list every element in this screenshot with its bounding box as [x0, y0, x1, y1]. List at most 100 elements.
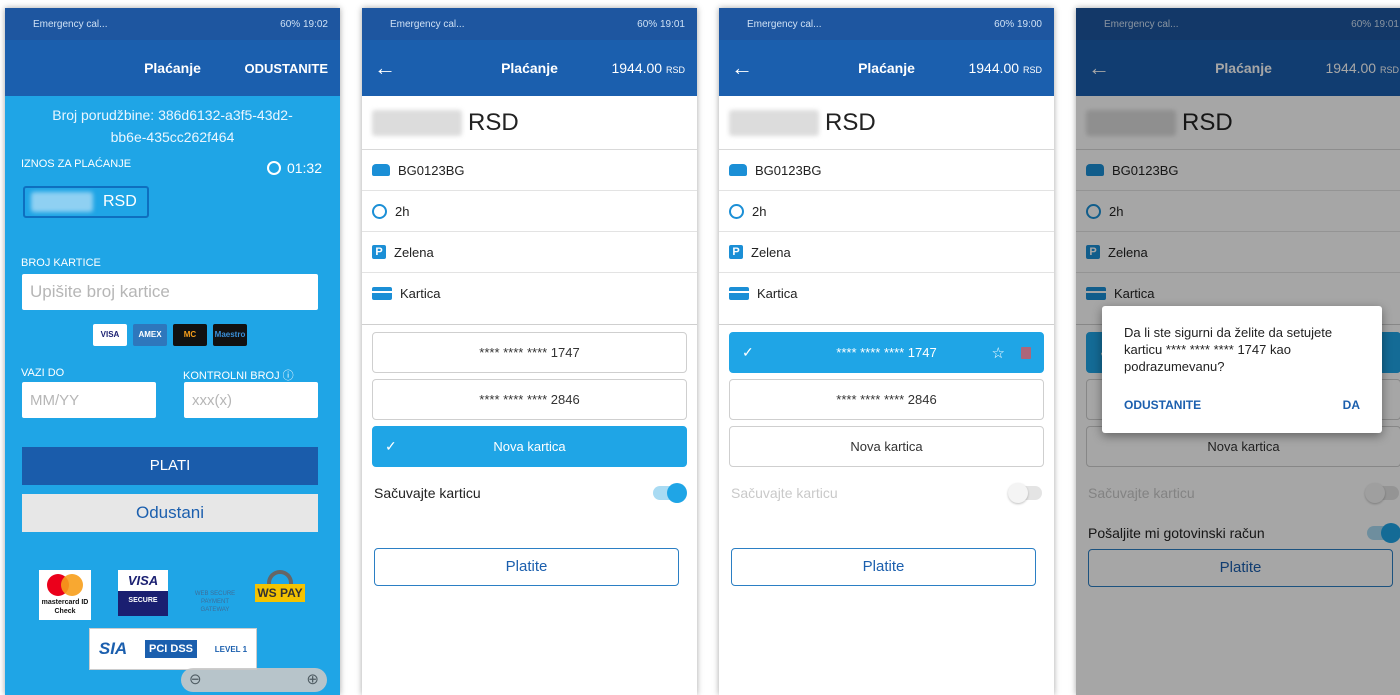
save-card-toggle[interactable]: [1008, 483, 1042, 503]
dialog-cancel-button[interactable]: ODUSTANITE: [1124, 398, 1201, 412]
save-card-label: Sačuvajte karticu: [374, 485, 481, 501]
back-arrow-icon[interactable]: ←: [731, 55, 761, 81]
card-option-1747[interactable]: ✓ **** **** **** 1747 ☆: [729, 332, 1044, 373]
zone-text: Zelena: [394, 244, 434, 260]
card-option-new[interactable]: Nova kartica: [729, 426, 1044, 467]
mastercard-circles-icon: [47, 574, 83, 596]
status-bar: Emergency cal... 60% 19:01: [362, 8, 697, 40]
card-list: ✓ **** **** **** 1747 ☆ **** **** **** 2…: [719, 324, 1054, 467]
phone-card-entry-screen: Emergency cal... 60% 19:02 Plaćanje ODUS…: [5, 8, 340, 695]
plate-row: BG0123BG: [362, 150, 697, 191]
card-number-placeholder: Upišite broj kartice: [30, 282, 170, 301]
save-card-toggle[interactable]: [653, 483, 687, 503]
wspay-badge: WS PAY: [255, 570, 305, 616]
clock-icon: [729, 203, 744, 219]
header-amount-value: 1944.00: [968, 60, 1020, 76]
confirm-dialog: Da li ste sigurni da želite da setujete …: [1102, 306, 1382, 433]
plate-text: BG0123BG: [398, 162, 465, 178]
header-amount: 1944.00 RSD: [968, 60, 1042, 76]
save-card-label: Sačuvajte karticu: [731, 485, 838, 501]
app-bar: Plaćanje ODUSTANITE: [5, 40, 340, 96]
card-option-2846[interactable]: **** **** **** 2846: [729, 379, 1044, 420]
mastercard-logo-icon: MC: [173, 324, 207, 346]
sia-logo: SIA: [98, 639, 128, 658]
pay-button[interactable]: PLATI: [22, 447, 318, 485]
carrier-text: Emergency cal...: [390, 18, 465, 30]
carrier-text: Emergency cal...: [747, 18, 822, 30]
blurred-amount: [31, 192, 93, 212]
check-icon: ✓: [385, 438, 397, 454]
expiry-input[interactable]: MM/YY: [22, 382, 156, 418]
card-option-new[interactable]: ✓ Nova kartica: [372, 426, 687, 467]
zoom-in-icon[interactable]: ⊕: [306, 670, 319, 688]
duration-text: 2h: [395, 203, 410, 219]
dialog-message: Da li ste sigurni da želite da setujete …: [1124, 325, 1333, 374]
header-amount-unit: RSD: [1022, 65, 1042, 75]
trash-icon[interactable]: [1021, 346, 1031, 359]
visa-secure-text: SECURE: [128, 597, 158, 604]
pay-button[interactable]: Platite: [731, 548, 1036, 586]
parking-icon: P: [729, 245, 743, 259]
visa-logo-icon: VISA: [93, 324, 127, 346]
amount-label: IZNOS ZA PLAĆANJE: [21, 158, 132, 170]
method-row: Kartica: [719, 273, 1054, 314]
visa-badge-text: VISA: [118, 570, 168, 591]
star-icon[interactable]: ☆: [992, 344, 1005, 362]
pci-level-text: LEVEL 1: [214, 644, 248, 654]
status-bar: Emergency cal... 60% 19:02: [5, 8, 340, 40]
status-time: 60% 19:02: [280, 18, 328, 30]
parking-icon: P: [372, 245, 386, 259]
maestro-logo-icon: Maestro: [213, 324, 247, 346]
duration-row: 2h: [719, 191, 1054, 232]
card-option-2846[interactable]: **** **** **** 2846: [372, 379, 687, 420]
lock-icon: [267, 570, 293, 584]
card-option-1747[interactable]: **** **** **** 1747: [372, 332, 687, 373]
method-text: Kartica: [757, 286, 798, 301]
order-number: Broj porudžbine: 386d6132-a3f5-43d2-bb6e…: [52, 107, 293, 145]
plate-row: BG0123BG: [719, 150, 1054, 191]
phone-new-card-screen: Emergency cal... 60% 19:01 ← Plaćanje 19…: [362, 8, 697, 695]
pci-logo: PCI DSS: [144, 640, 197, 658]
status-bar: Emergency cal... 60% 19:00: [719, 8, 1054, 40]
info-icon[interactable]: ⓘ: [283, 370, 294, 382]
zoom-control[interactable]: ⊖ ⊕: [181, 668, 327, 692]
valid-label: VAZI DO: [21, 367, 65, 379]
duration-row: 2h: [362, 191, 697, 232]
security-certs-badge: SIA PCI DSS LEVEL 1: [89, 628, 257, 670]
expiry-placeholder: MM/YY: [30, 391, 80, 409]
cancel-link[interactable]: ODUSTANITE: [244, 61, 328, 76]
cvv-input[interactable]: xxx(x): [184, 382, 318, 418]
app-bar: ← Plaćanje 1944.00 RSD: [719, 40, 1054, 96]
new-card-label: Nova kartica: [493, 439, 566, 454]
wspay-text: WS PAY: [255, 584, 305, 602]
blurred-amount: [372, 109, 462, 136]
carrier-text: Emergency cal...: [33, 18, 108, 30]
back-arrow-icon[interactable]: ←: [374, 55, 404, 81]
card-list: **** **** **** 1747 **** **** **** 2846 …: [362, 324, 697, 467]
mastercard-idcheck-badge: mastercard ID Check: [39, 570, 91, 620]
zone-text: Zelena: [751, 244, 791, 260]
card-logos: VISA AMEX MC Maestro: [93, 324, 247, 346]
amount-row: RSD: [719, 96, 1054, 150]
header-amount: 1944.00 RSD: [611, 60, 685, 76]
car-icon: [372, 164, 390, 176]
amex-logo-icon: AMEX: [133, 324, 167, 346]
status-time: 60% 19:00: [994, 18, 1042, 30]
cvv-label-text: KONTROLNI BROJ: [183, 370, 280, 382]
gateway-text: WEB SECURE PAYMENT GATEWAY: [194, 591, 236, 613]
cancel-button[interactable]: Odustani: [22, 494, 318, 532]
method-text: Kartica: [400, 286, 441, 301]
app-bar: ← Plaćanje 1944.00 RSD: [362, 40, 697, 96]
cvv-placeholder: xxx(x): [192, 391, 232, 409]
zone-row: P Zelena: [719, 232, 1054, 273]
check-icon: ✓: [742, 344, 754, 360]
pay-button[interactable]: Platite: [374, 548, 679, 586]
credit-card-icon: [729, 287, 749, 300]
amount-currency: RSD: [825, 108, 876, 136]
zoom-out-icon[interactable]: ⊖: [189, 670, 202, 688]
dialog-ok-button[interactable]: DA: [1343, 398, 1360, 412]
save-card-row: Sačuvajte karticu: [362, 473, 697, 513]
stopwatch-icon: [266, 161, 281, 175]
card-number-input[interactable]: Upišite broj kartice: [22, 274, 318, 310]
credit-card-icon: [372, 287, 392, 300]
